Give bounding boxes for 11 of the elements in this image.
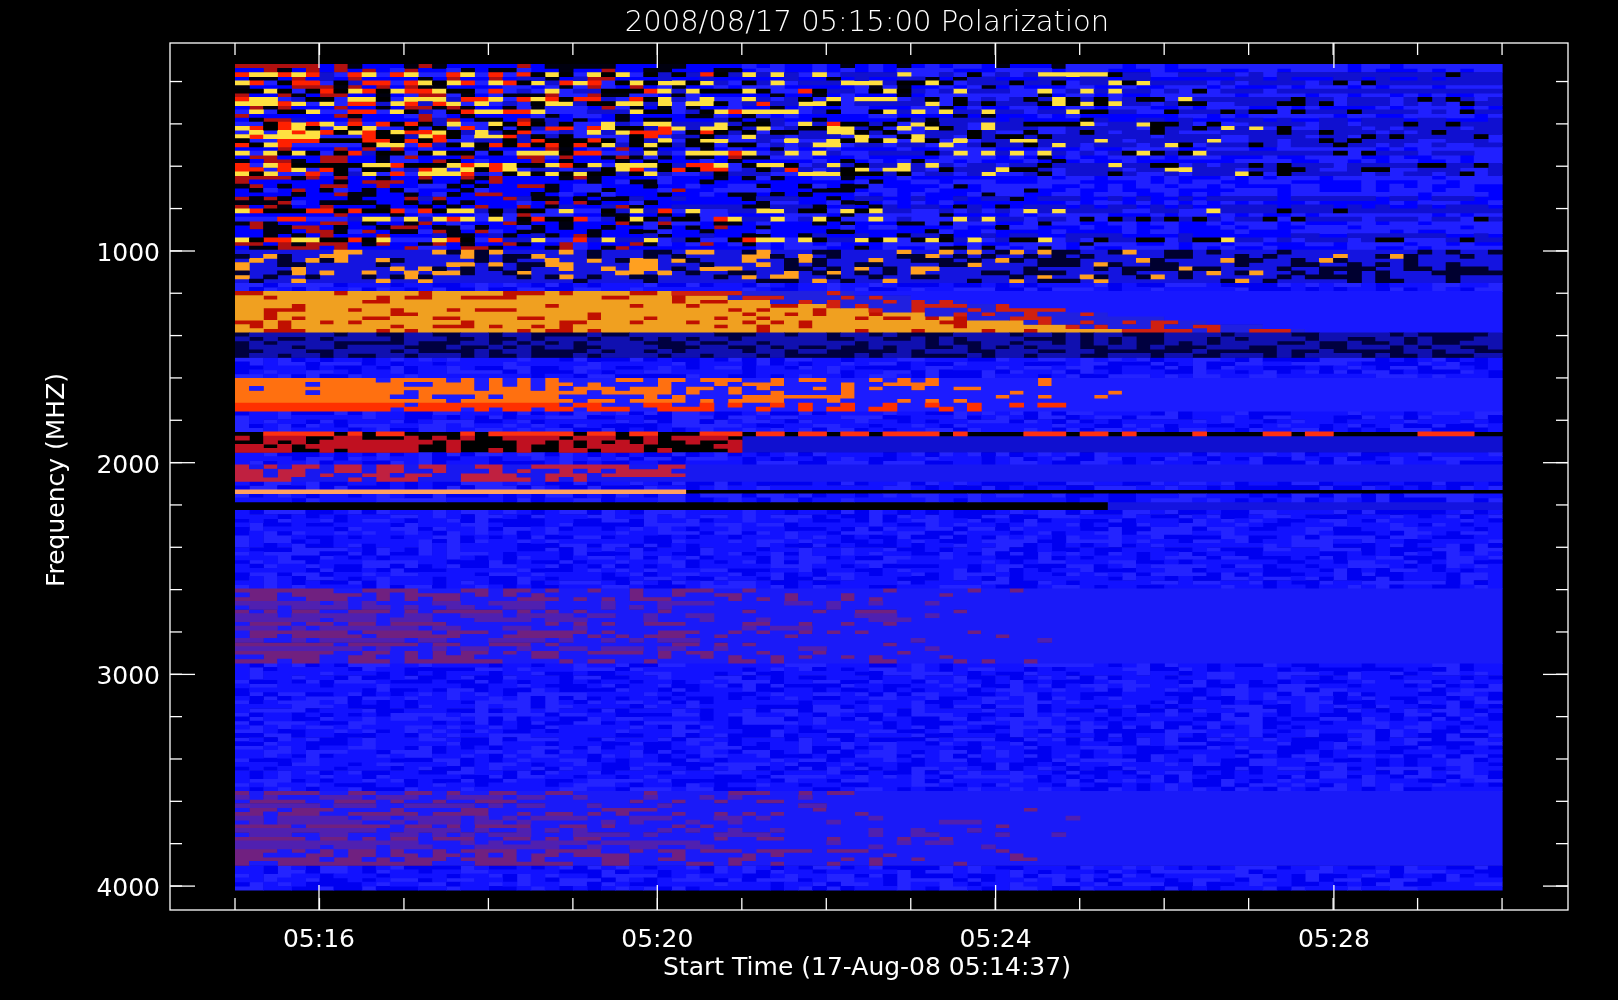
y-axis-label: Frequency (MHZ) <box>41 372 70 588</box>
x-axis-label: Start Time (17-Aug-08 05:14:37) <box>663 952 1071 981</box>
x-tick-label: 05:20 <box>621 924 694 953</box>
x-tick-label: 05:16 <box>283 924 355 953</box>
x-tick-label: 05:28 <box>1297 924 1370 953</box>
y-tick-label: 1000 <box>96 238 160 267</box>
chart-title: 2008/08/17 05:15:00 Polarization <box>624 4 1110 38</box>
y-tick-label: 3000 <box>96 661 160 691</box>
y-tick-label: 4000 <box>96 873 160 903</box>
y-tick-label: 2000 <box>96 449 160 479</box>
x-tick-label: 05:24 <box>959 924 1032 953</box>
